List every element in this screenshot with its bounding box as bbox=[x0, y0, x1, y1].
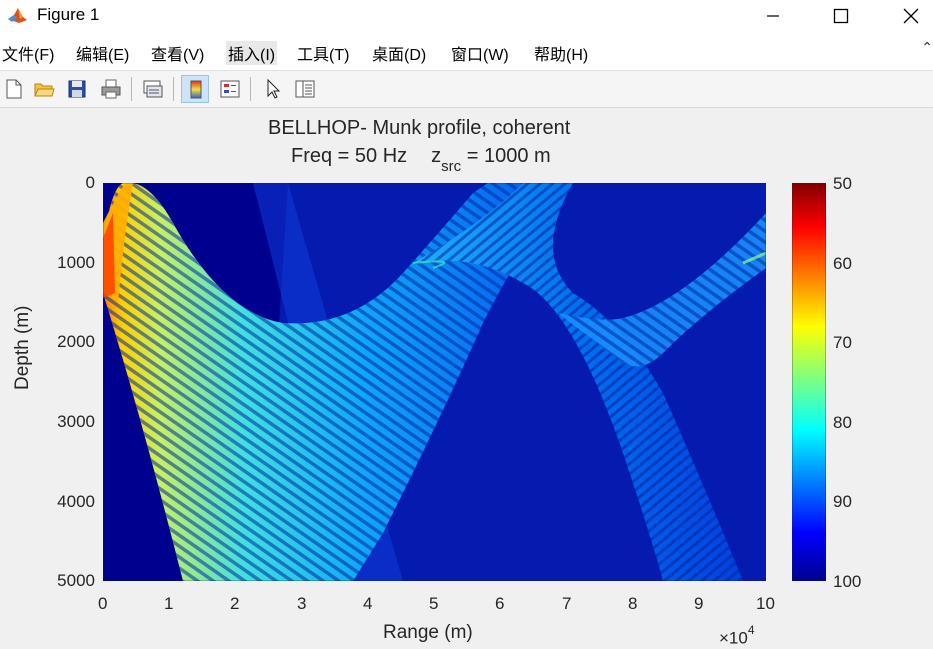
colorbar-tick-label: 50 bbox=[833, 174, 852, 193]
matlab-logo-icon bbox=[6, 5, 28, 27]
x-axis-exponent: ×104 bbox=[719, 623, 755, 649]
y-tick-label: 5000 bbox=[57, 571, 95, 590]
new-file-icon bbox=[6, 79, 22, 99]
y-tick-label: 0 bbox=[85, 173, 95, 192]
x-tick-label: 2 bbox=[230, 594, 240, 613]
close-button[interactable] bbox=[888, 0, 933, 32]
menu-overflow-chevron-icon[interactable]: ⌃ bbox=[921, 39, 933, 56]
menu-edit[interactable]: 编辑(E) bbox=[76, 41, 129, 65]
plot-subtitle-sub: src bbox=[441, 158, 462, 175]
plot-subtitle-freq: Freq = 50 Hz bbox=[291, 145, 408, 167]
link-plot-button[interactable] bbox=[139, 75, 167, 103]
x-tick-label: 6 bbox=[495, 594, 505, 613]
x-tick-label: 9 bbox=[694, 594, 704, 613]
x-exponent-base: ×10 bbox=[719, 628, 748, 648]
plot-subtitle: Freq = 50 Hz zsrc = 1000 m bbox=[291, 145, 551, 175]
maximize-button[interactable] bbox=[818, 0, 864, 32]
plot-subtitle-value: = 1000 m bbox=[461, 145, 551, 167]
minimize-button[interactable] bbox=[750, 0, 796, 32]
figure-toolbar bbox=[0, 71, 933, 108]
menu-bar: 文件(F) 编辑(E) 查看(V) 插入(I) 工具(T) 桌面(D) 窗口(W… bbox=[0, 32, 933, 71]
menu-view[interactable]: 查看(V) bbox=[151, 41, 204, 65]
x-tick-label: 5 bbox=[429, 594, 439, 613]
x-axis-label: Range (m) bbox=[383, 622, 473, 643]
plot-title: BELLHOP- Munk profile, coherent bbox=[268, 117, 571, 139]
x-tick-label: 7 bbox=[562, 594, 572, 613]
printer-icon bbox=[101, 79, 121, 99]
x-tick-label: 8 bbox=[628, 594, 638, 613]
toggle-plot-tools-button[interactable] bbox=[181, 75, 209, 103]
colorbar-toggle-icon bbox=[190, 80, 202, 99]
x-tick-label: 1 bbox=[164, 594, 174, 613]
figure-canvas: BELLHOP- Munk profile, coherent Freq = 5… bbox=[0, 108, 933, 649]
save-figure-button[interactable] bbox=[63, 75, 91, 103]
x-tick-label: 3 bbox=[297, 594, 307, 613]
print-figure-button[interactable] bbox=[97, 75, 125, 103]
arrow-cursor-icon bbox=[267, 78, 281, 99]
legend-icon bbox=[220, 80, 240, 98]
minimize-icon bbox=[767, 15, 779, 17]
link-plot-icon bbox=[143, 80, 163, 98]
menu-window[interactable]: 窗口(W) bbox=[451, 41, 509, 65]
save-disk-icon bbox=[68, 80, 86, 98]
open-folder-icon bbox=[34, 83, 55, 97]
y-tick-label: 2000 bbox=[57, 332, 95, 351]
window-title: Figure 1 bbox=[37, 5, 100, 24]
plot-subtitle-z: z bbox=[431, 145, 442, 167]
maximize-icon bbox=[833, 8, 849, 24]
x-tick-label: 10 bbox=[756, 594, 775, 613]
x-exponent-power: 4 bbox=[747, 623, 755, 637]
menu-help[interactable]: 帮助(H) bbox=[534, 41, 588, 65]
toolbar-separator bbox=[250, 77, 251, 101]
colorbar-tick-label: 60 bbox=[833, 254, 852, 273]
y-tick-label: 3000 bbox=[57, 412, 95, 431]
colorbar-tick-label: 90 bbox=[833, 492, 852, 511]
open-file-button[interactable] bbox=[30, 75, 58, 103]
menu-insert[interactable]: 插入(I) bbox=[226, 41, 278, 65]
close-icon bbox=[903, 8, 919, 24]
x-tick-label: 0 bbox=[98, 594, 108, 613]
colorbar-tick-label: 80 bbox=[833, 413, 852, 432]
colorbar-tick-label: 70 bbox=[833, 333, 852, 352]
y-tick-label: 1000 bbox=[57, 253, 95, 272]
new-figure-button[interactable] bbox=[0, 75, 28, 103]
property-inspector-button[interactable] bbox=[291, 75, 319, 103]
window-title-bar: Figure 1 bbox=[0, 0, 933, 32]
menu-desktop[interactable]: 桌面(D) bbox=[372, 41, 426, 65]
toolbar-separator bbox=[131, 77, 132, 101]
x-tick-label: 4 bbox=[363, 594, 373, 613]
y-axis-label: Depth (m) bbox=[12, 305, 33, 390]
menu-file[interactable]: 文件(F) bbox=[2, 41, 54, 65]
y-tick-label: 4000 bbox=[57, 492, 95, 511]
edit-plot-button[interactable] bbox=[259, 75, 287, 103]
colorbar[interactable] bbox=[792, 183, 826, 581]
transmission-loss-heatmap[interactable] bbox=[103, 183, 766, 581]
property-panel-icon bbox=[295, 80, 315, 98]
toolbar-separator bbox=[173, 77, 174, 101]
menu-tools[interactable]: 工具(T) bbox=[297, 41, 349, 65]
colorbar-tick-label: 100 bbox=[833, 572, 862, 591]
insert-legend-button[interactable] bbox=[216, 75, 244, 103]
